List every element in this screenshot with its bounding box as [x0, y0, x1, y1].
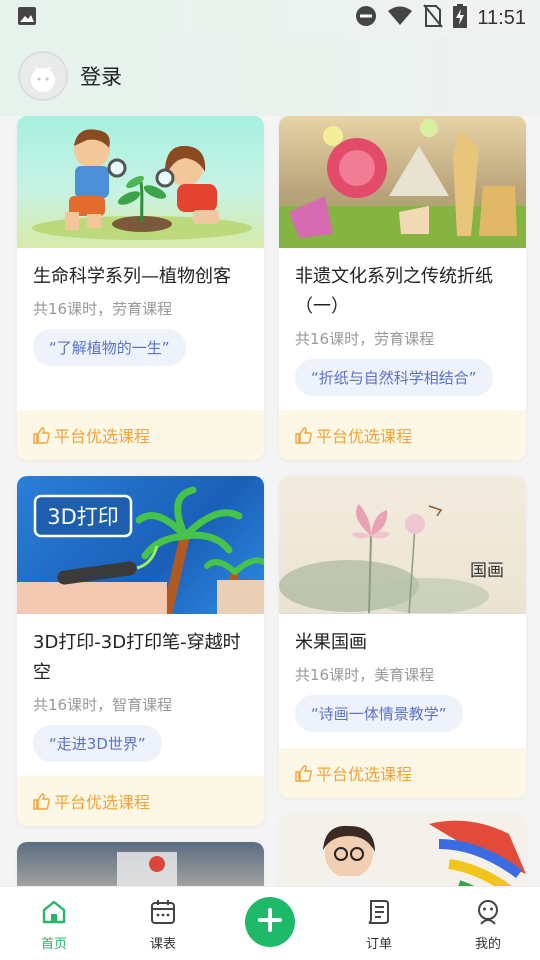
- course-card[interactable]: 3D打印 3D打印-3D打印笔-穿越时空 共16课时，智育课程 “走进3D世界”…: [17, 476, 264, 826]
- battery-charging-icon: [453, 4, 468, 32]
- 3d-print-badge: 3D打印: [47, 505, 119, 529]
- featured-course-label: 平台优选课程: [279, 748, 526, 798]
- course-meta: 共16课时，劳育课程: [33, 300, 173, 318]
- course-meta: 共16课时，劳育课程: [295, 330, 435, 348]
- course-image-guohua: 国画: [279, 476, 526, 614]
- course-meta: 共16课时，美育课程: [295, 666, 435, 684]
- featured-course-text: 平台优选课程: [316, 427, 413, 446]
- course-tag: “走进3D世界”: [33, 725, 162, 762]
- nav-profile[interactable]: 我的: [448, 887, 528, 960]
- course-card[interactable]: 生命科学系列—植物创客 共16课时，劳育课程 “了解植物的一生” 平台优选课程: [17, 116, 264, 460]
- course-card[interactable]: 非遗文化系列之传统折纸（一） 共16课时，劳育课程 “折纸与自然科学相结合” 平…: [279, 116, 526, 460]
- nav-schedule[interactable]: 课表: [123, 887, 203, 960]
- status-bar: 11:51: [0, 0, 540, 36]
- image-icon: [16, 5, 38, 31]
- home-icon: [40, 897, 68, 927]
- course-feed[interactable]: 生命科学系列—植物创客 共16课时，劳育课程 “了解植物的一生” 平台优选课程: [0, 116, 540, 886]
- status-time: 11:51: [477, 6, 526, 29]
- nav-orders[interactable]: 订单: [339, 887, 419, 960]
- order-icon: [365, 897, 393, 927]
- no-sim-icon: [423, 4, 444, 32]
- course-tag: “诗画一体情景教学”: [295, 695, 463, 732]
- course-tag: “折纸与自然科学相结合”: [295, 359, 493, 396]
- nav-profile-label: 我的: [474, 937, 501, 952]
- featured-course-label: 平台优选课程: [17, 410, 264, 460]
- guohua-badge: 国画: [470, 561, 504, 581]
- dnd-icon: [355, 5, 377, 31]
- course-title: 生命科学系列—植物创客: [33, 266, 231, 287]
- add-button[interactable]: [245, 897, 295, 947]
- course-card[interactable]: [17, 842, 264, 886]
- featured-course-text: 平台优选课程: [54, 793, 151, 812]
- course-title: 3D打印-3D打印笔-穿越时空: [33, 632, 241, 683]
- course-tag: “了解植物的一生”: [33, 329, 186, 366]
- course-image-plant: [17, 116, 264, 248]
- course-title: 米果国画: [295, 632, 367, 653]
- course-title: 非遗文化系列之传统折纸（一）: [295, 266, 493, 317]
- thumbs-up-icon: [295, 764, 312, 782]
- thumbs-up-icon: [33, 426, 50, 444]
- nav-orders-label: 订单: [365, 937, 392, 952]
- calendar-icon: [149, 897, 177, 927]
- featured-course-text: 平台优选课程: [54, 427, 151, 446]
- nav-schedule-label: 课表: [149, 937, 176, 952]
- course-meta: 共16课时，智育课程: [33, 696, 173, 714]
- plus-icon: [257, 907, 283, 937]
- course-image-partial-left: [17, 842, 264, 886]
- featured-course-label: 平台优选课程: [279, 410, 526, 460]
- course-image-origami: [279, 116, 526, 248]
- profile-icon: [474, 897, 502, 927]
- bottom-nav: 首页 课表 订单 我的: [0, 886, 540, 960]
- course-card[interactable]: 国画 米果国画 共16课时，美育课程 “诗画一体情景教学” 平台优选课程: [279, 476, 526, 798]
- thumbs-up-icon: [33, 792, 50, 810]
- course-card[interactable]: [279, 814, 526, 886]
- header: 登录: [0, 36, 540, 116]
- course-image-3d-print: 3D打印: [17, 476, 264, 614]
- thumbs-up-icon: [295, 426, 312, 444]
- nav-home-label: 首页: [40, 937, 67, 952]
- login-link[interactable]: 登录: [80, 61, 122, 91]
- course-image-partial-right: [279, 814, 526, 886]
- nav-home[interactable]: 首页: [14, 887, 94, 960]
- featured-course-text: 平台优选课程: [316, 765, 413, 784]
- featured-course-label: 平台优选课程: [17, 776, 264, 826]
- android-avatar-icon[interactable]: [18, 51, 68, 101]
- wifi-icon: [387, 5, 413, 31]
